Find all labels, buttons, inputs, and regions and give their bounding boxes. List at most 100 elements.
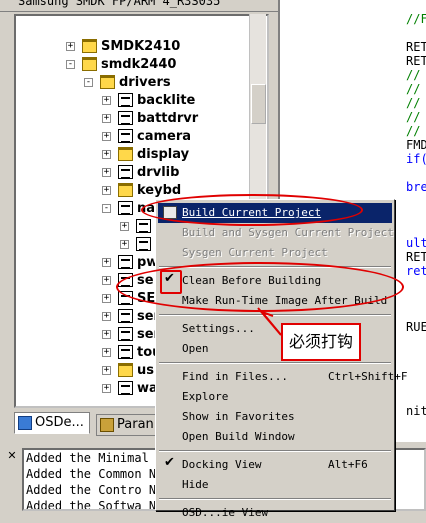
code-line: RET — [406, 54, 426, 68]
expand-icon[interactable]: + — [102, 168, 111, 177]
tree-item-label: camera — [137, 129, 192, 144]
project-icon — [136, 219, 151, 233]
menu-item-label: Sysgen Current Project — [182, 246, 328, 259]
expand-icon[interactable]: + — [102, 366, 111, 375]
tree-item-label: keybd — [137, 183, 182, 198]
menu-item[interactable]: Find in Files... Ctrl+Shift+F — [158, 367, 407, 387]
parameter-icon — [100, 418, 114, 432]
menu-item-shortcut: Ctrl+Shift+F — [328, 370, 408, 383]
menu-item[interactable]: Sysgen Current Project — [158, 243, 392, 263]
code-line: // — [406, 110, 421, 124]
expand-icon[interactable]: + — [102, 348, 111, 357]
tree-item-label: display — [137, 147, 190, 162]
expand-icon[interactable]: + — [120, 240, 129, 249]
menu-item-label: Settings... — [182, 322, 255, 335]
menu-item-shortcut: Alt+F6 — [328, 458, 368, 471]
menu-item-label: Show in Favorites — [182, 410, 295, 423]
annotation-checkbox-box — [160, 270, 182, 294]
menu-item-label: Hide — [182, 478, 209, 491]
tree-item-label: backlite — [137, 93, 196, 108]
expand-icon[interactable]: + — [120, 222, 129, 231]
project-icon — [118, 345, 133, 359]
code-line: // — [406, 68, 421, 82]
checkmark-icon: ✔ — [164, 455, 175, 470]
menu-item[interactable]: Hide — [158, 475, 392, 495]
collapse-icon[interactable]: - — [84, 78, 93, 87]
code-line: FMD — [406, 138, 426, 152]
osdesign-icon — [18, 416, 32, 430]
code-line: //F — [406, 12, 426, 26]
project-icon — [136, 237, 151, 251]
expand-icon[interactable]: + — [102, 312, 111, 321]
menu-separator — [159, 362, 391, 364]
menu-item-label: Docking View — [182, 458, 262, 471]
folder-icon — [118, 147, 133, 161]
code-line: nit( — [406, 404, 426, 418]
code-line: if( — [406, 152, 426, 166]
window-title: Samsung SMDK FP/ARM 4_R3S035 — [18, 0, 221, 8]
code-line: RUE; — [406, 320, 426, 334]
code-line: bre — [406, 180, 426, 194]
project-icon — [118, 93, 133, 107]
workspace-tabs: OSDe... Paran — [14, 412, 174, 436]
code-line: // — [406, 124, 421, 138]
expand-icon[interactable]: + — [102, 384, 111, 393]
folder-icon — [82, 57, 97, 71]
menu-separator — [159, 450, 391, 452]
expand-icon[interactable]: + — [102, 96, 111, 105]
menu-item-label: Explore — [182, 390, 229, 403]
expand-icon[interactable]: + — [102, 186, 111, 195]
expand-icon[interactable]: + — [102, 276, 111, 285]
menu-separator — [159, 314, 391, 316]
menu-item[interactable]: Explore — [158, 387, 392, 407]
folder-icon — [118, 183, 133, 197]
menu-item[interactable]: OSD...ie View — [158, 503, 392, 523]
project-icon — [118, 309, 133, 323]
menu-item-label: Build and Sysgen Current Project — [182, 226, 394, 239]
folder-icon — [118, 363, 133, 377]
expand-icon[interactable]: + — [102, 132, 111, 141]
annotation-callout: 必须打钩 — [281, 323, 361, 361]
code-line: // — [406, 96, 421, 110]
tree-item-label: battdrvr — [137, 111, 199, 126]
output-line: Added the Softwa N_C — [26, 499, 171, 511]
menu-item[interactable]: ✔ Docking View Alt+F6 — [158, 455, 392, 475]
expand-icon[interactable]: + — [102, 294, 111, 303]
annotation-ellipse-build — [141, 194, 363, 226]
tree-item-label: SMDK2410 — [101, 39, 181, 54]
menu-item[interactable]: Open Build Window — [158, 427, 392, 447]
project-icon — [118, 381, 133, 395]
tree-scrollbar-thumb[interactable] — [251, 84, 266, 124]
collapse-icon[interactable]: - — [66, 60, 75, 69]
code-line: RETA — [406, 250, 426, 264]
folder-icon — [100, 75, 115, 89]
code-line: retu — [406, 264, 426, 278]
menu-item[interactable]: Show in Favorites — [158, 407, 392, 427]
project-icon — [118, 165, 133, 179]
menu-item-label: Open — [182, 342, 209, 355]
code-line: // — [406, 82, 421, 96]
menu-separator — [159, 498, 391, 500]
project-icon — [118, 111, 133, 125]
expand-icon[interactable]: + — [102, 330, 111, 339]
tree-item-label: drvlib — [137, 165, 180, 180]
expand-icon[interactable]: + — [102, 114, 111, 123]
tree-item-label: drivers — [119, 75, 171, 90]
menu-item-label: Find in Files... — [182, 370, 288, 383]
tab-label: Paran — [117, 417, 154, 432]
project-icon — [118, 201, 133, 215]
project-icon — [118, 255, 133, 269]
project-icon — [118, 129, 133, 143]
menu-item[interactable]: Build and Sysgen Current Project — [158, 223, 394, 243]
tab-label: OSDe... — [35, 415, 84, 430]
close-output-icon[interactable]: ✕ — [6, 450, 18, 462]
expand-icon[interactable]: + — [66, 42, 75, 51]
collapse-icon[interactable]: - — [102, 204, 111, 213]
expand-icon[interactable]: + — [102, 258, 111, 267]
code-line: RET — [406, 40, 426, 54]
tab-osdesign[interactable]: OSDe... — [14, 412, 90, 434]
tree-item-label: smdk2440 — [101, 57, 177, 72]
folder-icon — [82, 39, 97, 53]
expand-icon[interactable]: + — [102, 150, 111, 159]
menu-item-label: Open Build Window — [182, 430, 295, 443]
